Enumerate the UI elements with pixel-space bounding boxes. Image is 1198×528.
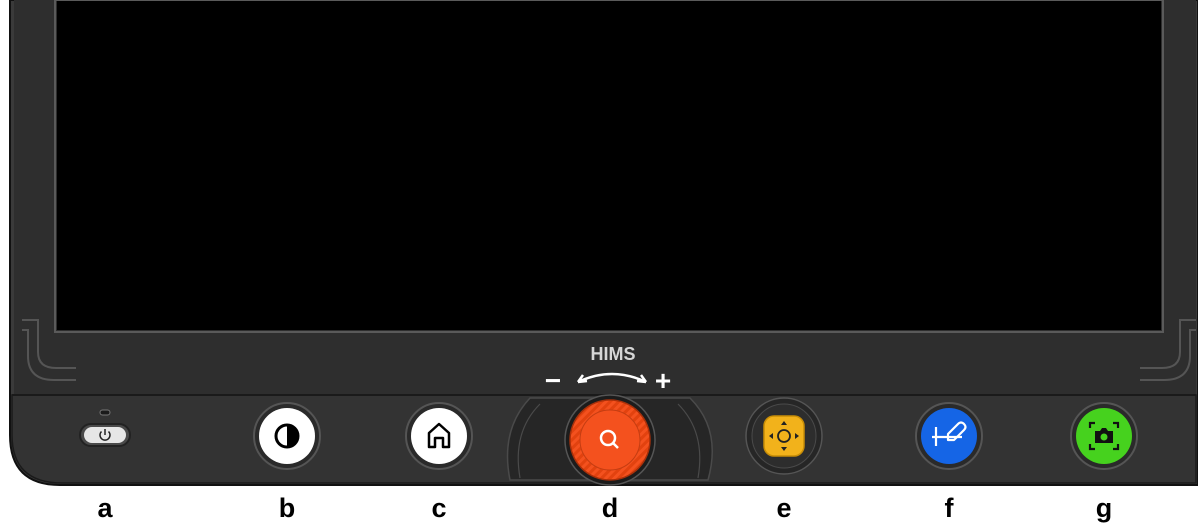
navigation-button[interactable]	[745, 397, 823, 475]
label-zoom: d	[601, 493, 619, 523]
power-button[interactable]	[79, 423, 131, 447]
zoom-dial[interactable]	[564, 394, 656, 486]
zoom-plus-label: +	[655, 365, 671, 396]
zoom-minus-label: −	[545, 365, 561, 396]
capture-button[interactable]	[1070, 402, 1138, 470]
magnifier-device: HIMS − +	[9, 0, 1198, 486]
power-led	[99, 409, 111, 416]
label-capture: g	[1095, 493, 1113, 523]
label-power: a	[97, 493, 113, 523]
label-annotate: f	[944, 493, 954, 523]
label-contrast: b	[278, 493, 296, 523]
home-button[interactable]	[405, 402, 473, 470]
contrast-button[interactable]	[253, 402, 321, 470]
brand-label: HIMS	[591, 344, 636, 364]
display-screen	[57, 0, 1161, 330]
label-navigation: e	[776, 493, 792, 523]
annotate-button[interactable]	[915, 402, 983, 470]
label-home: c	[431, 493, 447, 523]
